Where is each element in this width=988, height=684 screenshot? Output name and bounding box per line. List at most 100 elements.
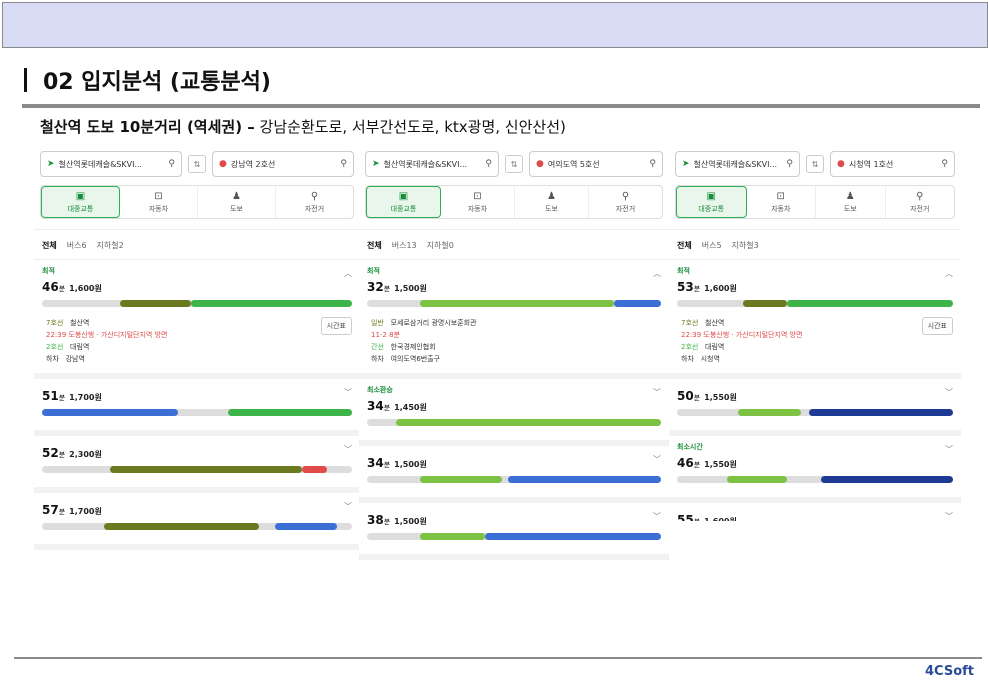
route-item[interactable]: 최소시간 ﹀ 46분 1,550원 bbox=[669, 436, 961, 503]
origin-text: 철산역롯데캐슬&SKVI... bbox=[58, 159, 143, 169]
mode-tab-0[interactable]: ▣ 대중교통 bbox=[366, 186, 441, 218]
timetable-button[interactable]: 시간표 bbox=[320, 317, 352, 335]
route-track bbox=[367, 419, 661, 426]
filter-tab[interactable]: 버스5 bbox=[702, 240, 722, 251]
route-item[interactable]: ﹀ 52분 2,300원 bbox=[34, 436, 360, 493]
search-icon[interactable]: ⚲ bbox=[340, 159, 347, 169]
route-item[interactable]: 최소환승 ﹀ 34분 1,450원 bbox=[359, 379, 669, 446]
search-icon[interactable]: ⚲ bbox=[168, 159, 175, 169]
mode-icon: ⚲ bbox=[310, 190, 319, 202]
route-item[interactable]: ﹀ 50분 1,550원 bbox=[669, 379, 961, 436]
route-item[interactable]: ﹀ 38분 1,500원 bbox=[359, 503, 669, 560]
route-item[interactable]: 최적 ︿ 32분 1,500원 일반 모세로삼거리 광명시보훈회관 11-2 8분 … bbox=[359, 260, 669, 379]
origin-field[interactable]: ➤ 철산역롯데캐슬&SKVI... ⚲ bbox=[40, 151, 182, 177]
filter-tab[interactable]: 지하철2 bbox=[97, 240, 124, 251]
route-segment bbox=[104, 523, 259, 530]
route-time: 46분 bbox=[677, 456, 701, 470]
search-icon[interactable]: ⚲ bbox=[941, 159, 948, 169]
route-panel-2: ➤ 철산역롯데캐슬&SKVI... ⚲ ⇅ ● 여의도역 5호선 ⚲ ▣ 대중교통 ⊡ 자동차… bbox=[359, 145, 669, 593]
chevron-icon[interactable]: ︿ bbox=[945, 268, 953, 279]
swap-button[interactable]: ⇅ bbox=[505, 155, 523, 173]
chevron-icon[interactable]: ﹀ bbox=[945, 444, 953, 455]
mode-tab-0[interactable]: ▣ 대중교통 bbox=[41, 186, 120, 218]
filter-tab[interactable]: 지하철0 bbox=[427, 240, 454, 251]
route-detail: 시간표 7호선 철산역 22:39 도봉산행 · 가산디지털단지역 방면 2호선 … bbox=[677, 313, 953, 365]
route-segment bbox=[119, 300, 191, 307]
location-arrow-icon: ➤ bbox=[47, 159, 55, 169]
chevron-icon[interactable]: ︿ bbox=[344, 268, 352, 279]
mode-tab-2[interactable]: ♟ 도보 bbox=[816, 186, 886, 218]
mode-tab-1[interactable]: ⊡ 자동차 bbox=[120, 186, 198, 218]
filter-tab[interactable]: 전체 bbox=[42, 240, 57, 251]
route-segment bbox=[396, 419, 661, 426]
mode-tab-2[interactable]: ♟ 도보 bbox=[198, 186, 276, 218]
page-title: 02 입지분석 (교통분석) bbox=[24, 64, 271, 96]
route-time: 53분 bbox=[677, 280, 701, 294]
subtitle-bold: 철산역 도보 10분거리 (역세권) – bbox=[40, 118, 255, 136]
title-text: 02 입지분석 (교통분석) bbox=[43, 70, 271, 95]
route-segment bbox=[613, 300, 661, 307]
pin-icon: ● bbox=[837, 159, 845, 169]
location-arrow-icon: ➤ bbox=[682, 159, 690, 169]
filter-tab[interactable]: 전체 bbox=[367, 240, 382, 251]
filter-tab[interactable]: 버스6 bbox=[67, 240, 87, 251]
route-fare: 1,600원 bbox=[704, 517, 737, 521]
footer-divider bbox=[14, 657, 982, 659]
search-icon[interactable]: ⚲ bbox=[786, 159, 793, 169]
filter-tab[interactable]: 지하철3 bbox=[732, 240, 759, 251]
swap-button[interactable]: ⇅ bbox=[188, 155, 206, 173]
search-icon[interactable]: ⚲ bbox=[485, 159, 492, 169]
filter-tab[interactable]: 전체 bbox=[677, 240, 692, 251]
swap-button[interactable]: ⇅ bbox=[806, 155, 824, 173]
mode-tab-3[interactable]: ⚲ 자전거 bbox=[589, 186, 662, 218]
mode-icon: ▣ bbox=[706, 190, 716, 202]
title-divider bbox=[22, 104, 980, 108]
route-segment bbox=[42, 409, 179, 416]
chevron-icon[interactable]: ﹀ bbox=[945, 511, 953, 521]
route-item[interactable]: ﹀ 34분 1,500원 bbox=[359, 446, 669, 503]
route-segment bbox=[809, 409, 953, 416]
mode-tab-1[interactable]: ⊡ 자동차 bbox=[441, 186, 515, 218]
route-segment bbox=[274, 523, 337, 530]
chevron-icon[interactable]: ﹀ bbox=[653, 454, 661, 465]
destination-text: 시청역 1호선 bbox=[848, 159, 894, 169]
route-time: 38분 bbox=[367, 513, 391, 527]
destination-field[interactable]: ● 시청역 1호선 ⚲ bbox=[830, 151, 955, 177]
filter-tabs: 전체 버스13 지하철0 bbox=[359, 229, 669, 260]
origin-text: 철산역롯데캐슬&SKVI... bbox=[693, 159, 778, 169]
route-item[interactable]: 최적 ︿ 53분 1,600원 시간표 7호선 철산역 22:39 도봉산행 · 가산… bbox=[669, 260, 961, 379]
chevron-icon[interactable]: ︿ bbox=[653, 268, 661, 279]
destination-field[interactable]: ● 여의도역 5호선 ⚲ bbox=[529, 151, 663, 177]
route-fare: 2,300원 bbox=[69, 450, 102, 459]
route-item[interactable]: ﹀ 55분 1,600원 bbox=[669, 503, 961, 521]
timetable-button[interactable]: 시간표 bbox=[921, 317, 953, 335]
mode-tab-1[interactable]: ⊡ 자동차 bbox=[747, 186, 816, 218]
route-segment bbox=[190, 300, 352, 307]
route-item[interactable]: ﹀ 51분 1,700원 bbox=[34, 379, 360, 436]
mode-tab-3[interactable]: ⚲ 자전거 bbox=[276, 186, 353, 218]
chevron-icon[interactable]: ﹀ bbox=[344, 501, 352, 512]
chevron-icon[interactable]: ﹀ bbox=[653, 511, 661, 522]
chevron-icon[interactable]: ﹀ bbox=[653, 387, 661, 398]
route-item[interactable]: 최적 ︿ 46분 1,600원 시간표 7호선 철산역 22:39 도봉산행 · 가산… bbox=[34, 260, 360, 379]
mode-icon: ⊡ bbox=[154, 190, 163, 202]
origin-field[interactable]: ➤ 철산역롯데캐슬&SKVI... ⚲ bbox=[365, 151, 499, 177]
mode-tab-2[interactable]: ♟ 도보 bbox=[515, 186, 589, 218]
origin-text: 철산역롯데캐슬&SKVI... bbox=[383, 159, 468, 169]
chevron-icon[interactable]: ﹀ bbox=[344, 387, 352, 398]
mode-tab-3[interactable]: ⚲ 자전거 bbox=[886, 186, 955, 218]
title-bar bbox=[24, 68, 27, 92]
origin-field[interactable]: ➤ 철산역롯데캐슬&SKVI... ⚲ bbox=[675, 151, 800, 177]
route-item[interactable]: ﹀ 57분 1,700원 bbox=[34, 493, 360, 550]
search-icon[interactable]: ⚲ bbox=[649, 159, 656, 169]
route-fare: 1,600원 bbox=[69, 284, 102, 293]
mode-label: 자동차 bbox=[148, 204, 169, 213]
filter-tab[interactable]: 버스13 bbox=[392, 240, 417, 251]
route-segment bbox=[419, 300, 614, 307]
mode-tab-0[interactable]: ▣ 대중교통 bbox=[676, 186, 747, 218]
chevron-icon[interactable]: ﹀ bbox=[945, 387, 953, 398]
destination-field[interactable]: ● 강남역 2호선 ⚲ bbox=[212, 151, 354, 177]
route-detail: 시간표 7호선 철산역 22:39 도봉산행 · 가산디지털단지역 방면 2호선 … bbox=[42, 313, 352, 365]
chevron-icon[interactable]: ﹀ bbox=[344, 444, 352, 455]
route-time: 55분 bbox=[677, 513, 700, 521]
